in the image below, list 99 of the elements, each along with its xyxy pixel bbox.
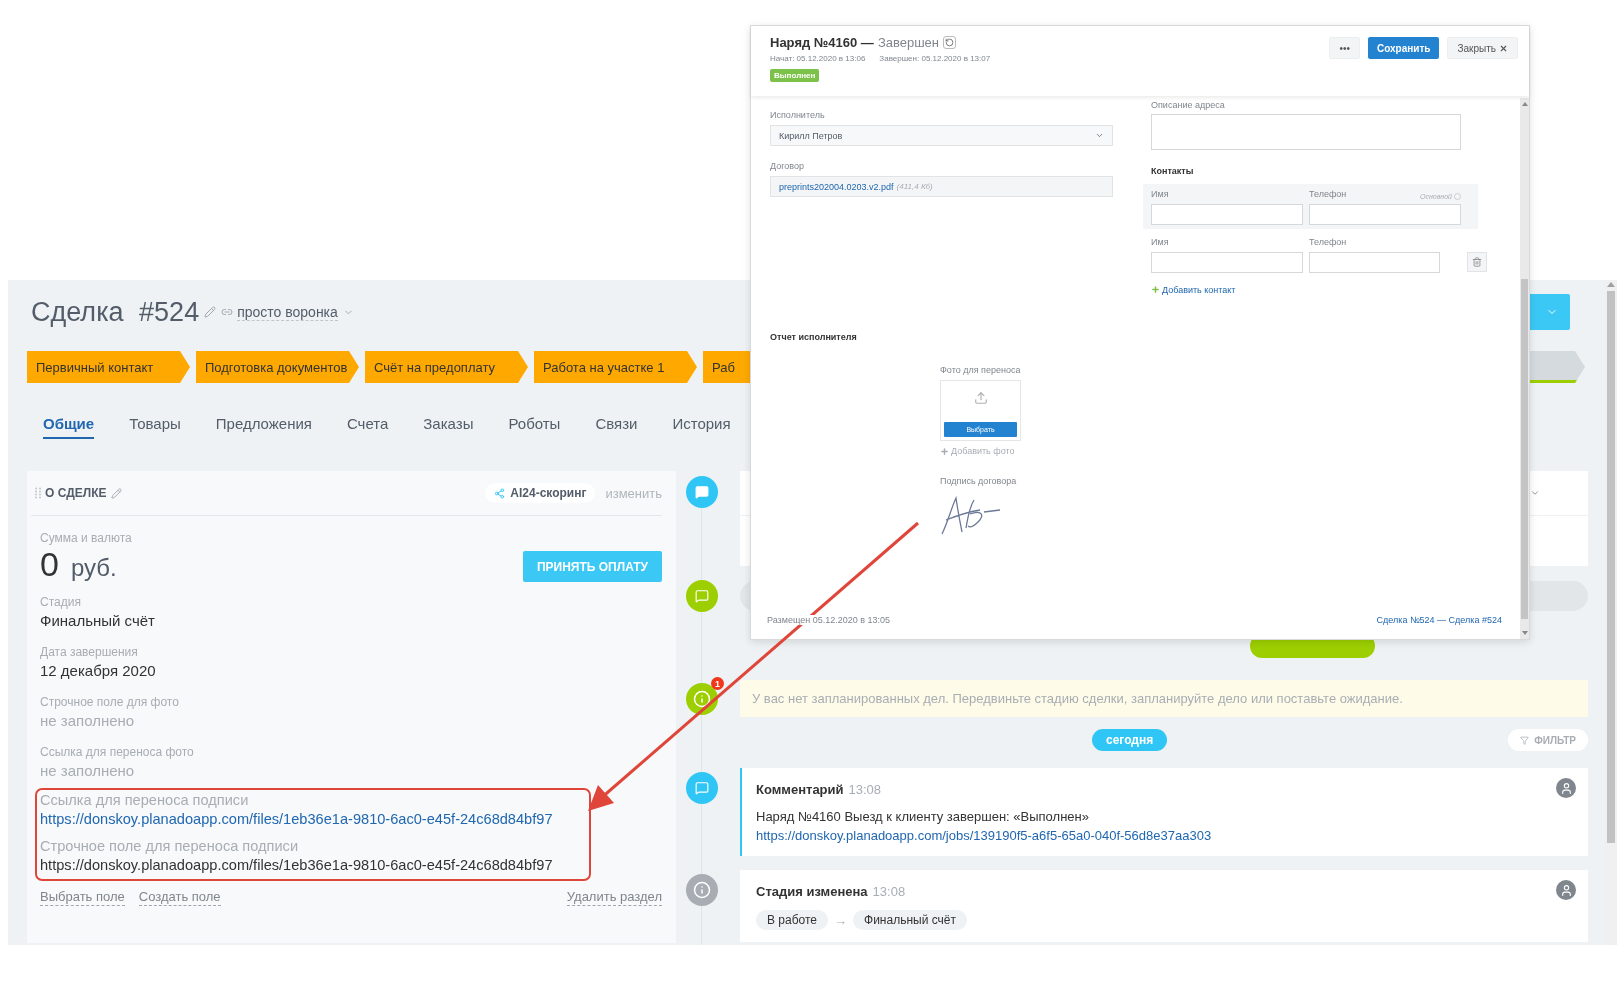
today-badge: сегодня	[1092, 729, 1168, 751]
field-value: https://donskoy.planadoapp.com/files/1eb36e1a-9810-6ac0-e45f-24c68d84bf97	[40, 856, 553, 875]
popup-title: Наряд №4160 —	[770, 35, 874, 50]
section-title: О СДЕЛКЕ	[45, 486, 107, 500]
field-label: Исполнитель	[770, 109, 826, 121]
caret-icon	[1095, 131, 1104, 140]
popup-scrollbar[interactable]	[1520, 98, 1529, 639]
field-value: 12 декабря 2020	[40, 661, 156, 681]
field-action-link[interactable]: Создать поле	[138, 889, 221, 906]
field-label: Сумма и валюта	[40, 530, 132, 546]
file-link[interactable]: preprints202004.0203.v2.pdf	[779, 181, 894, 192]
tab[interactable]: Общие	[43, 405, 95, 439]
name-field[interactable]	[1151, 204, 1303, 225]
save-button[interactable]: Сохранить	[1367, 37, 1440, 59]
tab[interactable]: Связи	[595, 405, 638, 439]
info-icon	[693, 690, 711, 708]
event-title: Комментарий	[756, 782, 844, 797]
amount-value: 0	[40, 545, 59, 583]
start-time: Начат: 05.12.2020 в 13:06	[770, 54, 866, 63]
field-value: не заполнено	[40, 761, 135, 781]
scoring-button[interactable]: AI24-скоринг	[485, 483, 596, 503]
executor-select[interactable]: Кирилл Петров	[770, 125, 1113, 146]
name-field[interactable]	[1151, 252, 1303, 273]
comment-text: Наряд №4160 Выезд к клиенту завершен: «Выполнен»	[756, 808, 1090, 826]
field-label: Стадия	[40, 594, 82, 610]
field-action-link[interactable]: Выбрать поле	[40, 889, 125, 906]
undo-icon[interactable]	[943, 36, 956, 49]
job-link[interactable]: https://donskoy.planadoapp.com/jobs/139190f5-a6f5-65a0-040f-56d8e37aa303	[756, 828, 1212, 843]
status-badge: Выполнен	[770, 69, 820, 82]
filter-icon	[1520, 735, 1530, 745]
pipeline-selector[interactable]: просто воронка	[237, 303, 338, 321]
field-label: Имя	[1151, 236, 1170, 248]
field-label: Строчное поле для фото	[40, 694, 180, 710]
field-value: не заполнено	[40, 711, 135, 731]
add-contact-link[interactable]: Добавить контакт	[1151, 284, 1236, 295]
plus-icon	[940, 446, 949, 456]
close-button[interactable]: Закрыть	[1447, 37, 1518, 59]
tab[interactable]: Роботы	[508, 405, 561, 439]
field-label: Строчное поле для переноса подписи	[40, 838, 300, 854]
contacts-title: Контакты	[1151, 166, 1195, 176]
user-icon[interactable]	[1556, 880, 1576, 900]
chat-icon	[695, 485, 709, 499]
address-field[interactable]	[1151, 114, 1461, 150]
field-label: Описание адреса	[1151, 99, 1226, 111]
event-time: 13:08	[872, 884, 906, 899]
tab[interactable]: Товары	[129, 405, 181, 439]
caret-icon[interactable]	[1530, 488, 1540, 498]
field-label: Имя	[1151, 188, 1170, 200]
field-label: Дата завершения	[40, 644, 139, 660]
notice-text: У вас нет запланированных дел. Передвиньте стадию сделки, запланируйте дело или поставьте ожидание.	[740, 680, 1588, 717]
phone-field[interactable]	[1309, 204, 1461, 225]
deal-link[interactable]: Сделка №524 — Сделка #524	[1376, 615, 1502, 625]
field-label: Ссылка для переноса подписи	[40, 792, 250, 808]
tab[interactable]: Предложения	[215, 405, 312, 439]
notification-badge: 1	[711, 677, 724, 690]
stage-chip: В работе	[756, 910, 828, 930]
drag-handle-icon[interactable]	[35, 487, 41, 499]
stage-chevron[interactable]: Подготовка документов	[196, 351, 359, 383]
chat-icon	[695, 589, 709, 603]
delete-icon[interactable]	[1467, 252, 1487, 272]
job-status: Завершен	[877, 35, 939, 50]
pencil-icon[interactable]	[204, 306, 217, 318]
scrollbar[interactable]	[1605, 280, 1617, 945]
report-title: Отчет исполнителя	[770, 332, 858, 342]
field-label: Подпись договора	[940, 476, 1017, 486]
end-time: Завершен: 05.12.2020 в 13:07	[879, 54, 991, 63]
field-value: Финальный счёт	[40, 611, 155, 631]
nodes-icon	[494, 487, 506, 499]
stage-chevron[interactable]: Счёт на предоплату	[365, 351, 528, 383]
link-icon[interactable]	[221, 306, 234, 318]
upload-icon	[973, 391, 988, 405]
deal-title: Сделка #524	[31, 296, 200, 328]
more-button[interactable]: •••	[1329, 37, 1360, 59]
phone-field[interactable]	[1309, 252, 1440, 273]
chat-icon	[695, 781, 709, 795]
pencil-icon[interactable]	[111, 487, 123, 499]
field-link[interactable]: https://donskoy.planadoapp.com/files/1eb36e1a-9810-6ac0-e45f-24c68d84bf97	[40, 808, 553, 830]
delete-section-link[interactable]: Удалить раздел	[566, 889, 662, 906]
event-time: 13:08	[848, 782, 882, 797]
posted-time: Размещен 05.12.2020 в 13:05	[765, 615, 893, 625]
info-icon	[693, 881, 711, 899]
tab[interactable]: Счета	[346, 405, 389, 439]
currency: руб.	[70, 554, 117, 581]
file-size: (411,4 Кб)	[896, 182, 933, 191]
field-label: Фото для переноса	[940, 364, 1021, 376]
plus-icon	[1151, 285, 1160, 294]
field-label: Телефон	[1309, 236, 1347, 248]
user-icon[interactable]	[1556, 778, 1576, 798]
field-label: Договор	[770, 160, 805, 172]
stage-chevron[interactable]: Работа на участке 1	[534, 351, 697, 383]
field-label: Телефон	[1309, 188, 1347, 200]
stage-chevron[interactable]: Первичный контакт	[27, 351, 190, 383]
arrow-text: →	[834, 912, 847, 928]
tab[interactable]: История	[672, 405, 731, 439]
close-icon	[1499, 43, 1508, 53]
tab[interactable]: Заказы	[423, 405, 474, 439]
field-label: Ссылка для переноса фото	[40, 744, 195, 760]
event-title: Стадия изменена	[756, 884, 868, 899]
stage-chip: Финальный счёт	[853, 910, 967, 930]
